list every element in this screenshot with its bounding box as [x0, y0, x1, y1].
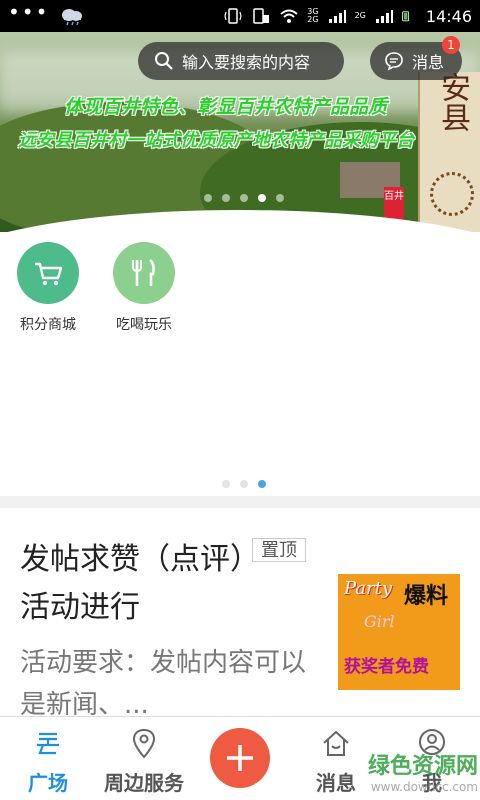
- thumb-text-party: Party: [344, 578, 393, 599]
- article-thumbnail[interactable]: Party 爆料 Girl 获奖者免费: [338, 574, 460, 690]
- nav-nearby-services[interactable]: 周边服务: [96, 727, 192, 796]
- plus-icon: [227, 745, 253, 771]
- banner-dot-active[interactable]: [258, 194, 266, 202]
- location-pin-icon: [132, 728, 156, 759]
- thumb-text-baoliao: 爆料: [404, 584, 449, 609]
- banner-slogan-2: 远安县百井村一站式优质原产地农特产品采购平台: [18, 130, 414, 151]
- nav-nearby-label: 周边服务: [104, 771, 184, 795]
- search-bar[interactable]: 输入要搜索的内容: [138, 42, 344, 80]
- thumb-text-winner: 获奖者免费: [344, 657, 429, 677]
- thumb-text-girl: Girl: [364, 612, 395, 631]
- food-fun-circle: [113, 242, 175, 304]
- points-mall-circle: [17, 242, 79, 304]
- status-bar: ••• 3G 2G 2G 14:46: [0, 0, 480, 32]
- network-type: 3G 2G: [307, 8, 318, 24]
- weather-icon: [62, 9, 83, 26]
- flower-emblem-icon: [430, 172, 474, 216]
- status-right: 3G 2G 2G 14:46: [223, 7, 472, 26]
- watermark-url: www.downcc.com: [370, 780, 478, 794]
- banner-dot[interactable]: [240, 194, 248, 202]
- quick-entry-page-indicator: [222, 480, 266, 488]
- quick-entry-food-fun[interactable]: 吃喝玩乐: [96, 242, 192, 334]
- points-mall-label: 积分商城: [20, 317, 76, 333]
- add-post-button[interactable]: [210, 728, 270, 788]
- app-screen: ••• 3G 2G 2G 14:46 体现百井特色、彰显百井农特产品品质 远安县…: [0, 0, 480, 800]
- banner-dot[interactable]: [204, 194, 212, 202]
- battery-icon: [402, 11, 409, 22]
- plaza-icon: [37, 732, 59, 755]
- clock: 14:46: [425, 6, 472, 26]
- fork-knife-icon: [132, 258, 155, 286]
- banner-dot[interactable]: [222, 194, 230, 202]
- page-dot: [240, 480, 248, 488]
- banner-dot[interactable]: [276, 194, 284, 202]
- banner-side-text: 安县: [435, 72, 470, 132]
- signal-icon-2: [375, 10, 393, 23]
- page-dot: [222, 480, 230, 488]
- signal-icon: [328, 10, 346, 23]
- watermark-title: 绿色资源网: [367, 754, 478, 779]
- network-extra-label: 2G: [354, 11, 366, 20]
- chat-bubble-icon: [385, 52, 403, 71]
- pinned-badge: 置顶: [252, 538, 306, 562]
- banner-slogan-1: 体现百井特色、彰显百井农特产品品质: [64, 96, 388, 118]
- notification-dots: •••: [8, 0, 50, 24]
- messages-badge: 1: [442, 36, 460, 54]
- search-icon: [155, 52, 173, 70]
- article-title: 发帖求赞（点评）活动进行: [20, 542, 245, 625]
- nav-plaza[interactable]: 广场: [0, 727, 96, 796]
- quick-entry-points-mall[interactable]: 积分商城: [0, 242, 96, 334]
- wifi-icon: [280, 9, 298, 23]
- vibrate-icon: [224, 8, 242, 24]
- article-summary: 活动要求：发帖内容可以是新闻、...: [20, 648, 307, 720]
- nav-plaza-label: 广场: [28, 771, 68, 795]
- watermark: 绿色资源网 www.downcc.com: [346, 748, 478, 794]
- search-placeholder: 输入要搜索的内容: [182, 53, 311, 72]
- phone-data-icon: [253, 8, 270, 24]
- cart-icon: [35, 262, 63, 286]
- section-divider: [0, 496, 480, 508]
- page-dot-active: [258, 480, 266, 488]
- messages-label: 消息: [412, 53, 445, 72]
- article-card[interactable]: 发帖求赞（点评）活动进行 置顶 活动要求：发帖内容可以是新闻、... Party…: [0, 508, 480, 720]
- network-bottom-label: 2G: [307, 15, 319, 24]
- banner-indicator: [204, 194, 284, 202]
- food-fun-label: 吃喝玩乐: [116, 317, 172, 333]
